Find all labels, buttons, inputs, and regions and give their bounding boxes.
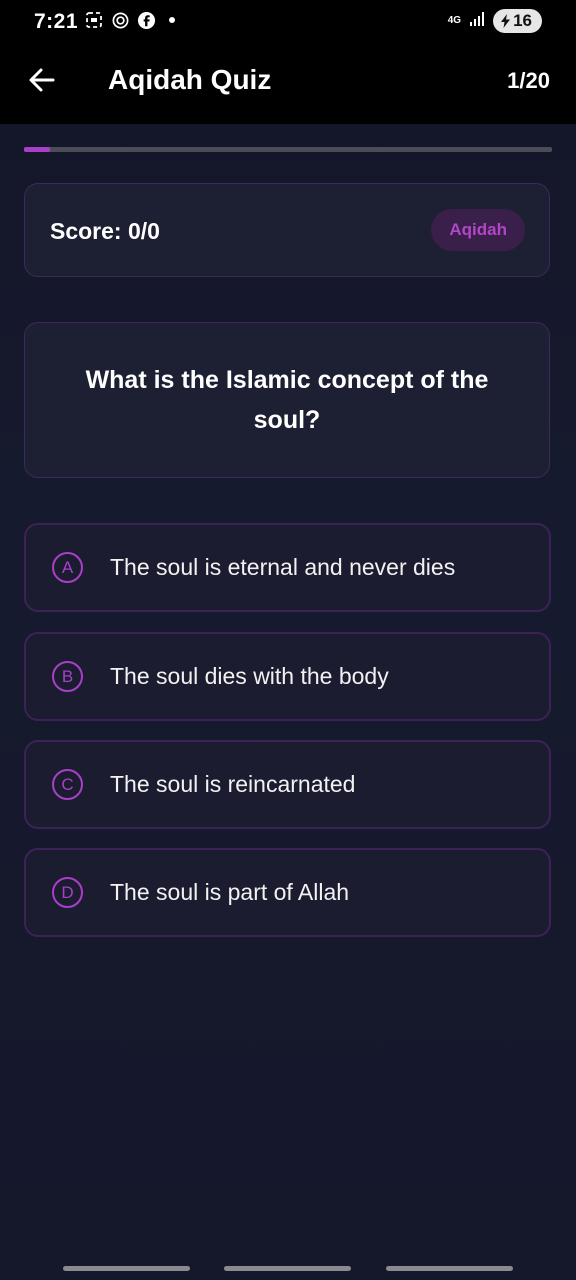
question-counter: 1/20 — [507, 68, 550, 93]
dot-icon — [162, 10, 182, 30]
page-title: Aqidah Quiz — [108, 64, 272, 95]
charging-icon — [501, 14, 511, 28]
status-notification-icons — [84, 10, 182, 30]
quiz-progress-fill — [24, 147, 51, 152]
nav-back[interactable] — [386, 1266, 513, 1271]
answer-option-c[interactable]: C The soul is reincarnated — [24, 740, 551, 829]
battery-level: 16 — [513, 11, 532, 30]
nav-recent-apps[interactable] — [63, 1266, 190, 1271]
screenshot-icon — [84, 10, 104, 30]
answer-option-b[interactable]: B The soul dies with the body — [24, 632, 551, 721]
status-bar: 7:21 4G 16 — [0, 0, 576, 44]
question-text: What is the Islamic concept of the soul? — [85, 366, 489, 434]
question-card: What is the Islamic concept of the soul? — [24, 322, 550, 478]
back-arrow-icon[interactable] — [26, 64, 58, 96]
app-bar: Aqidah Quiz 1/20 — [0, 44, 576, 124]
signal-icon — [469, 11, 485, 32]
answer-option-a[interactable]: A The soul is eternal and never dies — [24, 523, 551, 612]
option-text: The soul dies with the body — [110, 663, 389, 689]
network-type: 4G — [447, 15, 462, 26]
quiz-progress-bar — [24, 147, 552, 152]
status-time: 7:21 — [34, 10, 79, 33]
facebook-icon — [136, 10, 156, 30]
option-text: The soul is part of Allah — [110, 879, 350, 905]
score-label: Score: 0/0 — [50, 218, 160, 244]
option-text: The soul is reincarnated — [110, 771, 356, 797]
option-letter-badge: C — [52, 769, 83, 800]
nav-home[interactable] — [224, 1266, 351, 1271]
option-text: The soul is eternal and never dies — [110, 554, 456, 580]
option-letter-badge: B — [52, 661, 83, 692]
openai-icon — [110, 10, 130, 30]
status-system-icons: 4G 16 — [448, 9, 542, 33]
category-chip: Aqidah — [431, 209, 525, 251]
score-card: Score: 0/0 Aqidah — [24, 183, 550, 277]
option-letter-badge: A — [52, 552, 83, 583]
battery-indicator: 16 — [493, 9, 542, 33]
option-letter-badge: D — [52, 877, 83, 908]
answer-option-d[interactable]: D The soul is part of Allah — [24, 848, 551, 937]
